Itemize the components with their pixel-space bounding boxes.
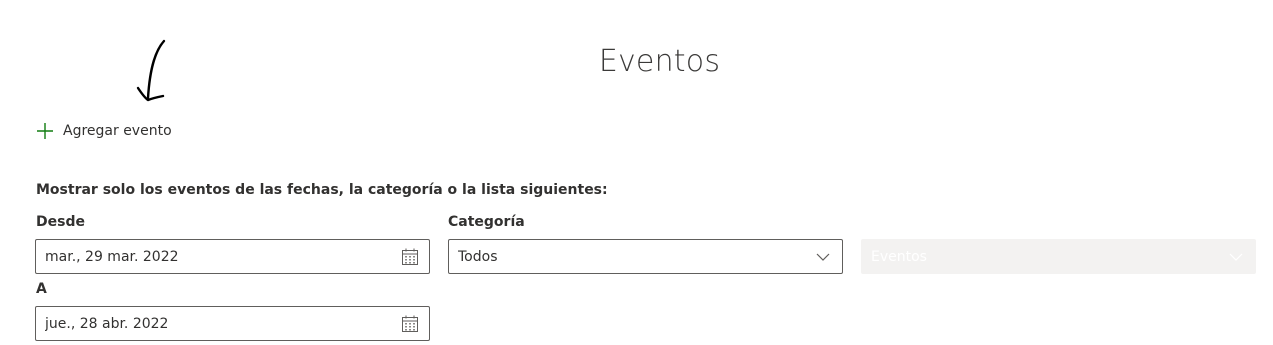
to-date-value: jue., 28 abr. 2022 (45, 315, 169, 332)
to-date-label: A (36, 281, 47, 297)
calendar-icon[interactable] (391, 242, 429, 272)
page-title: Eventos (598, 44, 721, 79)
plus-icon (37, 123, 53, 139)
list-value: Eventos (871, 248, 927, 265)
annotation-arrow-icon (136, 39, 166, 102)
events-page: Eventos Agregar evento Mostrar solo los … (0, 0, 1273, 345)
from-date-picker[interactable]: mar., 29 mar. 2022 (35, 239, 430, 274)
from-date-label: Desde (36, 214, 85, 230)
calendar-icon[interactable] (391, 309, 429, 339)
add-event-button[interactable]: Agregar evento (36, 120, 172, 142)
category-value: Todos (458, 248, 498, 265)
add-event-label: Agregar evento (63, 123, 172, 139)
chevron-down-icon (1217, 242, 1255, 272)
chevron-down-icon (804, 242, 842, 272)
category-label: Categoría (448, 214, 525, 230)
list-dropdown: Eventos (861, 239, 1256, 274)
filter-intro-text: Mostrar solo los eventos de las fechas, … (36, 182, 608, 198)
category-dropdown[interactable]: Todos (448, 239, 843, 274)
from-date-value: mar., 29 mar. 2022 (45, 248, 179, 265)
to-date-picker[interactable]: jue., 28 abr. 2022 (35, 306, 430, 341)
